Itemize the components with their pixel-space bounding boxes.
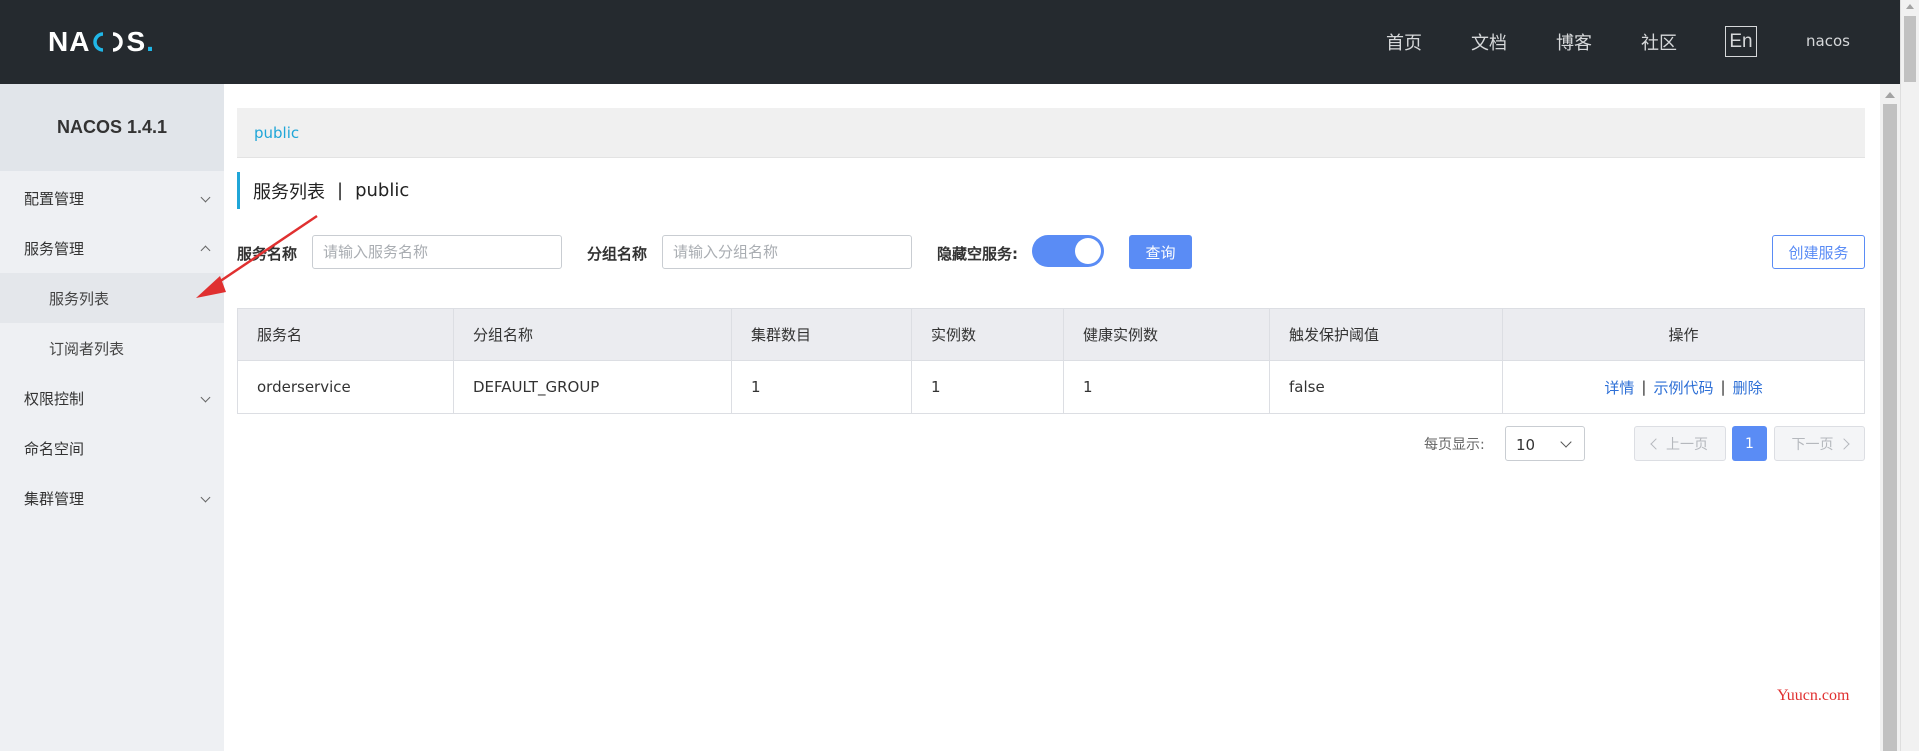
per-page-label: 每页显示: xyxy=(1424,437,1485,453)
chevron-down-icon xyxy=(1560,436,1572,448)
nav-home-link[interactable]: 首页 xyxy=(1386,29,1422,55)
namespace-breadcrumb: public xyxy=(237,108,1865,158)
column-header: 操作 xyxy=(1668,326,1699,344)
scroll-thumb[interactable] xyxy=(1883,104,1897,751)
next-page-button[interactable]: 下一页 xyxy=(1774,426,1865,461)
chevron-down-icon xyxy=(200,392,211,403)
title-separator: | xyxy=(337,180,344,201)
cell-service-name: orderservice xyxy=(238,361,454,413)
cell-protect-threshold: false xyxy=(1270,361,1503,413)
table-row: orderservice DEFAULT_GROUP 1 1 1 false 详… xyxy=(238,361,1864,413)
sidebar-item-label: 订阅者列表 xyxy=(49,339,125,358)
sidebar-item-auth[interactable]: 权限控制 xyxy=(0,373,224,423)
nav-community-link[interactable]: 社区 xyxy=(1641,29,1677,55)
chevron-down-icon xyxy=(200,192,211,203)
nav-blog[interactable]: 博客 xyxy=(1556,0,1592,84)
sidebar-item-cluster[interactable]: 集群管理 xyxy=(0,473,224,523)
annotation-arrow-icon xyxy=(196,214,318,298)
column-header: 分组名称 xyxy=(454,309,732,360)
table-header: 服务名 分组名称 集群数目 实例数 健康实例数 触发保护阈值 操作 xyxy=(238,309,1864,361)
sidebar-item-label: 服务管理 xyxy=(24,239,85,258)
column-header: 触发保护阈值 xyxy=(1270,309,1503,360)
nav-docs-link[interactable]: 文档 xyxy=(1471,29,1507,55)
page-title-namespace: public xyxy=(355,180,410,201)
hide-empty-toggle[interactable] xyxy=(1032,235,1104,267)
hide-empty-label: 隐藏空服务: xyxy=(937,245,1018,263)
nav-docs[interactable]: 文档 xyxy=(1471,0,1507,84)
user-name[interactable]: nacos xyxy=(1806,32,1850,50)
column-header: 健康实例数 xyxy=(1064,309,1270,360)
sidebar-item-label: 配置管理 xyxy=(24,189,85,208)
scroll-up-icon[interactable] xyxy=(1885,92,1895,98)
logo-mark-icon xyxy=(90,30,126,54)
cell-actions: 详情 | 示例代码 | 删除 xyxy=(1503,361,1864,413)
prev-page-button[interactable]: 上一页 xyxy=(1634,426,1726,461)
cell-healthy-count: 1 xyxy=(1064,361,1270,413)
sidebar-item-namespace[interactable]: 命名空间 xyxy=(0,423,224,473)
nacos-logo[interactable]: NA S. xyxy=(48,26,155,58)
page-1-button[interactable]: 1 xyxy=(1732,426,1767,461)
service-table: 服务名 分组名称 集群数目 实例数 健康实例数 触发保护阈值 操作 orders… xyxy=(237,308,1865,414)
action-separator: | xyxy=(1720,378,1726,396)
chevron-left-icon xyxy=(1650,437,1662,450)
per-page-select[interactable]: 10 xyxy=(1505,426,1585,461)
query-button[interactable]: 查询 xyxy=(1129,235,1192,269)
sidebar-item-label: 集群管理 xyxy=(24,489,85,508)
action-separator: | xyxy=(1641,378,1647,396)
group-name-input[interactable] xyxy=(662,235,912,269)
nav-community[interactable]: 社区 xyxy=(1641,0,1677,84)
per-page-value: 10 xyxy=(1516,436,1536,454)
delete-link[interactable]: 删除 xyxy=(1733,377,1763,398)
sidebar-item-label: 服务列表 xyxy=(49,289,110,308)
cell-group-name: DEFAULT_GROUP xyxy=(454,361,732,413)
cell-instance-count: 1 xyxy=(912,361,1064,413)
sample-code-link[interactable]: 示例代码 xyxy=(1653,377,1713,398)
top-header: NA S. 首页 文档 博客 社区 En nacos xyxy=(0,0,1900,84)
scroll-up-icon[interactable] xyxy=(1906,4,1914,9)
version-label: NACOS 1.4.1 xyxy=(0,84,224,171)
sidebar-item-subscribers[interactable]: 订阅者列表 xyxy=(0,323,224,373)
cell-cluster-count: 1 xyxy=(732,361,912,413)
next-page-label: 下一页 xyxy=(1791,436,1834,453)
column-header: 实例数 xyxy=(912,309,1064,360)
column-header: 服务名 xyxy=(238,309,454,360)
details-link[interactable]: 详情 xyxy=(1604,377,1634,398)
service-name-input[interactable] xyxy=(312,235,562,269)
nav-home[interactable]: 首页 xyxy=(1386,0,1422,84)
chevron-right-icon xyxy=(1837,437,1850,450)
watermark: Yuucn.com xyxy=(1777,687,1850,704)
chevron-down-icon xyxy=(200,492,211,503)
group-name-label: 分组名称 xyxy=(587,245,648,263)
column-header: 集群数目 xyxy=(732,309,912,360)
namespace-link[interactable]: public xyxy=(254,124,299,142)
sidebar-item-label: 命名空间 xyxy=(24,439,85,458)
scroll-thumb[interactable] xyxy=(1904,16,1916,82)
page-title-text: 服务列表 xyxy=(253,181,325,203)
create-service-button[interactable]: 创建服务 xyxy=(1772,235,1865,269)
sidebar-item-label: 权限控制 xyxy=(24,389,85,408)
page-title: 服务列表 | public xyxy=(237,172,409,209)
toggle-knob xyxy=(1075,238,1101,264)
language-toggle[interactable]: En xyxy=(1725,26,1757,57)
content-scrollbar[interactable] xyxy=(1880,84,1900,751)
nav-blog-link[interactable]: 博客 xyxy=(1556,29,1592,55)
page-scrollbar[interactable] xyxy=(1900,0,1919,751)
prev-page-label: 上一页 xyxy=(1666,436,1708,453)
